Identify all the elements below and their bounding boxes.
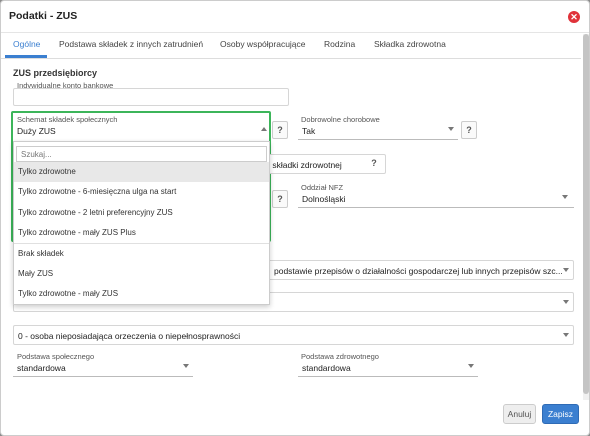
dropdown-option[interactable]: Brak składek [14, 244, 269, 264]
save-button[interactable]: Zapisz [542, 404, 579, 424]
chevron-down-icon [563, 333, 569, 337]
dialog-title: Podatki - ZUS [9, 10, 78, 22]
section-title: ZUS przedsiębiorcy [13, 68, 98, 78]
chevron-down-icon [563, 268, 569, 272]
nfz-left-help-button[interactable]: ? [272, 190, 288, 208]
dropdown-option[interactable]: Tylko zdrowotne - 2 letni preferencyjny … [14, 203, 269, 223]
chevron-down-icon [448, 127, 454, 131]
chorobowe-help-button[interactable]: ? [461, 121, 477, 139]
tab-ogolne[interactable]: Ogólne [13, 39, 40, 49]
chevron-down-icon [183, 364, 189, 368]
schemat-dropdown: Szukaj... Tylko zdrowotne Tylko zdrowotn… [13, 141, 270, 305]
dropdown-search-input[interactable]: Szukaj... [16, 146, 267, 162]
dropdown-option[interactable]: Tylko zdrowotne [14, 162, 269, 182]
zdrowotna-help-button[interactable]: ? [366, 155, 382, 173]
dialog-header: Podatki - ZUS ✕ [1, 1, 589, 33]
przepisy-value: podstawie przepisów o działalności gospo… [274, 266, 563, 276]
zus-dialog: Podatki - ZUS ✕ Ogólne Podstawa składek … [0, 0, 590, 436]
chorobowe-select[interactable]: Tak [298, 122, 458, 140]
disability-select[interactable]: 0 - osoba nieposiadająca orzeczenia o ni… [13, 325, 574, 345]
dropdown-option[interactable]: Tylko zdrowotne - mały ZUS [14, 284, 269, 304]
tab-osoby-wspolpracujace[interactable]: Osoby współpracujące [220, 39, 306, 49]
podstawa-spol-value: standardowa [17, 363, 66, 373]
disability-value: 0 - osoba nieposiadająca orzeczenia o ni… [18, 331, 241, 341]
schemat-help-button[interactable]: ? [272, 121, 288, 139]
cancel-button[interactable]: Anuluj [503, 404, 536, 424]
schemat-select[interactable]: Duży ZUS [13, 122, 269, 140]
tab-skladka-zdrowotna[interactable]: Składka zdrowotna [374, 39, 446, 49]
schemat-value: Duży ZUS [17, 126, 56, 136]
dropdown-option[interactable]: Tylko zdrowotne - mały ZUS Plus [14, 223, 269, 243]
podstawa-zdrow-select[interactable]: standardowa [298, 359, 478, 377]
dropdown-option[interactable]: Tylko zdrowotne - 6-miesięczna ulga na s… [14, 182, 269, 202]
close-icon[interactable]: ✕ [568, 11, 580, 23]
bank-account-input[interactable] [13, 88, 289, 106]
chevron-down-icon [563, 300, 569, 304]
dropdown-option[interactable]: Mały ZUS [14, 264, 269, 284]
nfz-select[interactable]: Dolnośląski [298, 190, 574, 208]
podstawa-spol-select[interactable]: standardowa [13, 359, 193, 377]
scrollbar-thumb[interactable] [583, 34, 589, 394]
podstawa-zdrow-value: standardowa [302, 363, 351, 373]
chevron-down-icon [562, 195, 568, 199]
zdrowotna-label: ze składki zdrowotnej [261, 160, 342, 170]
chorobowe-value: Tak [302, 126, 316, 136]
tab-podstawa-skladek[interactable]: Podstawa składek z innych zatrudnień [59, 39, 203, 49]
chevron-up-icon [261, 127, 267, 131]
active-tab-indicator [5, 55, 47, 58]
tab-rodzina[interactable]: Rodzina [324, 39, 355, 49]
nfz-value: Dolnośląski [302, 194, 346, 204]
tab-bar: Ogólne Podstawa składek z innych zatrudn… [1, 33, 581, 59]
chevron-down-icon [468, 364, 474, 368]
